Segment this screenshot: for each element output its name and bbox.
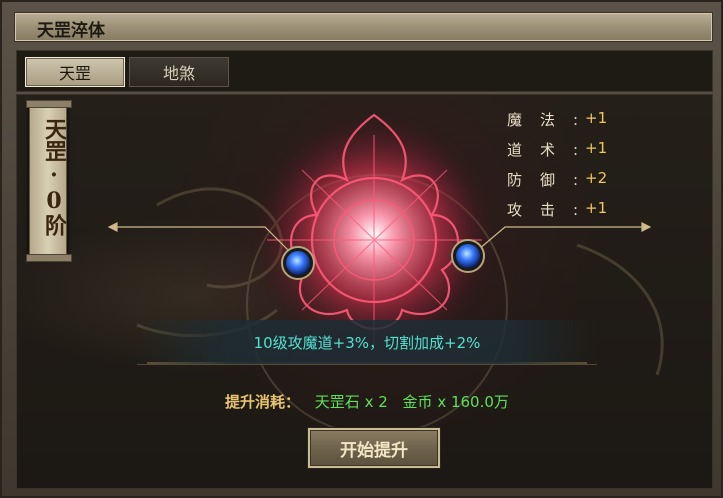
stat-label: 攻击: [507, 201, 597, 219]
start-upgrade-button[interactable]: 开始提升 [308, 428, 440, 468]
cost-label: 提升消耗： [225, 393, 301, 411]
rank-banner-cap-top [26, 100, 72, 108]
tempering-panel: 天罡·0阶 魔法: +1 道术: +1 防御: +2 攻击: +1 10级攻魔道… [16, 94, 713, 489]
left-orb [281, 246, 315, 280]
window-title: 天罡淬体 [37, 21, 105, 41]
stat-value: +1 [585, 199, 608, 217]
bonus-text: 10级攻魔道+3%，切割加成+2% [253, 334, 481, 352]
tab-bar: 天罡 地煞 [16, 50, 713, 92]
upgrade-cost: 提升消耗： 天罡石 x 2 金币 x 160.0万 [225, 391, 509, 412]
stat-value: +1 [585, 109, 608, 127]
stat-label: 魔法: [507, 111, 597, 129]
cost-item-stone: 天罡石 x 2 [314, 393, 388, 411]
stat-label: 道术: [507, 141, 597, 159]
cost-item-gold: 金币 x 160.0万 [402, 393, 509, 411]
stat-value: +1 [585, 139, 608, 157]
title-bar: 天罡淬体 [14, 12, 713, 42]
right-orb [451, 239, 485, 273]
game-window: 天罡淬体 天罡 地煞 天罡·0阶 魔法: +1 道术: +1 防御: +2 攻击… [0, 0, 723, 498]
stat-value: +2 [585, 169, 608, 187]
rank-banner-cap-bottom [26, 254, 72, 262]
stat-label: 防御: [507, 171, 597, 189]
rank-label: 天罡·0阶 [41, 118, 67, 236]
bonus-strip: 10级攻魔道+3%，切割加成+2% [137, 320, 597, 365]
tab-tiangang[interactable]: 天罡 [25, 57, 125, 87]
tab-disha[interactable]: 地煞 [129, 57, 229, 87]
rank-banner: 天罡·0阶 [26, 100, 72, 262]
